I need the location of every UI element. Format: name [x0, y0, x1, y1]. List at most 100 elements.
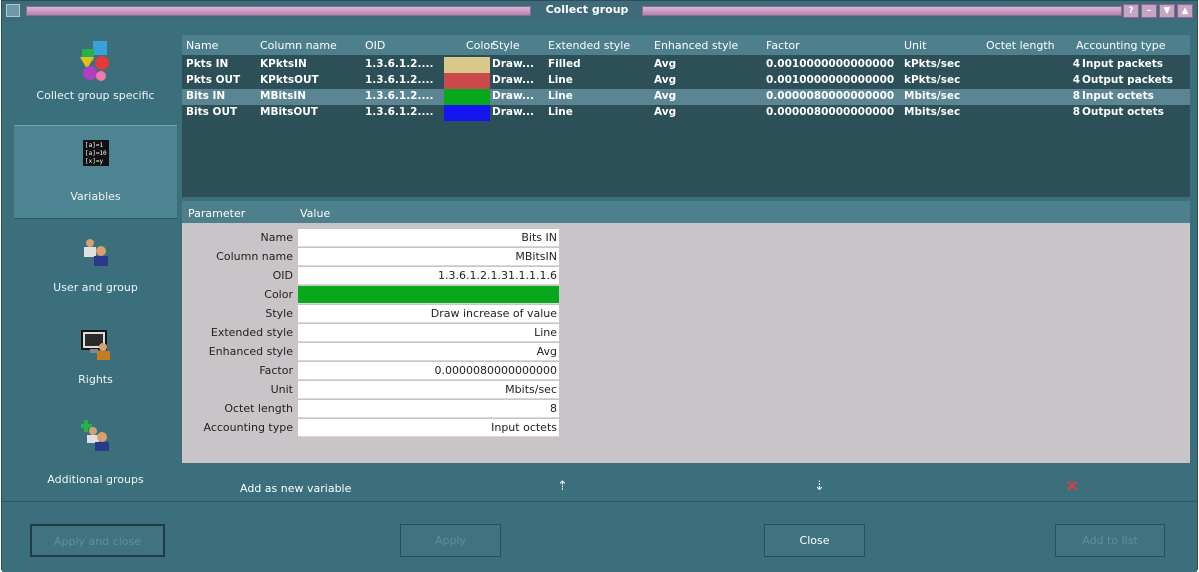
parameter-value-field[interactable]: Input octets — [298, 419, 559, 437]
add-user-icon — [80, 420, 109, 451]
parameter-value-field[interactable]: Bits IN — [298, 229, 559, 247]
close-button[interactable]: Close — [764, 524, 865, 557]
delete-icon[interactable]: ✕ — [1065, 477, 1079, 497]
sidebar-item-user-and-group[interactable]: User and group — [14, 231, 177, 317]
column-header-oid[interactable]: OID — [365, 39, 385, 52]
table-cell-name: Pkts OUT — [186, 74, 241, 86]
parameter-value-field[interactable]: Line — [298, 324, 559, 342]
parameter-label: OID — [184, 267, 296, 285]
minimize-icon[interactable]: – — [1141, 4, 1157, 18]
parameter-label: Enhanced style — [184, 343, 296, 361]
table-cell-factor: 0.0010000000000000 — [766, 74, 895, 86]
table-cell-acct: Output packets — [1082, 74, 1174, 86]
parameter-label: Unit — [184, 381, 296, 399]
table-cell-factor: 0.0010000000000000 — [766, 58, 895, 70]
table-cell-unit: kPkts/sec — [904, 74, 961, 86]
table-row[interactable]: Pkts OUT KPktsOUT 1.3.6.1.2.... Draw... Line… — [182, 73, 1190, 89]
apply-button[interactable]: Apply — [400, 524, 501, 557]
parameter-row: OID 1.3.6.1.2.1.31.1.1.1.6 — [184, 267, 560, 285]
variables-table[interactable]: Name Column name OID Color Style Extende… — [182, 35, 1190, 197]
add-as-new-variable-label[interactable]: Add as new variable — [240, 482, 351, 495]
window-menu-button[interactable] — [6, 4, 20, 17]
table-header: Name Column name OID Color Style Extende… — [182, 35, 1190, 55]
title-bar[interactable]: Collect group ? – ▼ ▲ — [2, 1, 1197, 21]
parameter-label: Color — [184, 286, 296, 304]
column-header-name[interactable]: Name — [186, 39, 218, 52]
parameter-panel: Parameter Value Name Bits IN Column name MB… — [182, 201, 1190, 463]
parameter-header: Parameter Value — [182, 201, 1190, 223]
maximize-icon[interactable]: ▲ — [1177, 4, 1193, 18]
table-cell-column: MBitsOUT — [260, 106, 318, 118]
parameter-label: Extended style — [184, 324, 296, 342]
parameter-value-field[interactable]: Mbits/sec — [298, 381, 559, 399]
table-cell-octet: 8 — [1072, 106, 1080, 118]
title-bar-decoration — [26, 6, 531, 16]
parameter-value-field[interactable]: 8 — [298, 400, 559, 418]
table-cell-acct: Input packets — [1082, 58, 1163, 70]
move-down-icon[interactable]: ⇣ — [814, 479, 825, 494]
table-cell-factor: 0.0000080000000000 — [766, 106, 895, 118]
sidebar-item-variables[interactable]: [a]=1 [a]=10 [x]=y Variables — [14, 125, 177, 219]
column-header-style[interactable]: Style — [492, 39, 520, 52]
table-cell-style: Draw... — [492, 74, 534, 86]
sidebar-item-collect-group-specific[interactable]: Collect group specific — [14, 39, 177, 129]
column-header-accounting-type[interactable]: Accounting type — [1076, 39, 1166, 52]
column-header-unit[interactable]: Unit — [904, 39, 926, 52]
help-icon[interactable]: ? — [1123, 4, 1139, 18]
parameter-row: Factor 0.0000080000000000 — [184, 362, 560, 380]
parameter-value-field[interactable]: 1.3.6.1.2.1.31.1.1.1.6 — [298, 267, 559, 285]
table-cell-ext: Line — [548, 106, 573, 118]
column-header-octet-length[interactable]: Octet length — [986, 39, 1055, 52]
move-up-icon[interactable]: ⇡ — [557, 479, 568, 494]
sidebar-item-rights[interactable]: Rights — [14, 323, 177, 409]
parameter-value-field[interactable]: Draw increase of value — [298, 305, 559, 323]
sidebar-item-label: User and group — [53, 281, 138, 294]
table-cell-style: Draw... — [492, 58, 534, 70]
color-swatch — [444, 89, 490, 105]
parameter-label: Octet length — [184, 400, 296, 418]
column-header-value: Value — [300, 207, 331, 220]
table-cell-octet: 8 — [1072, 90, 1080, 102]
table-cell-enh: Avg — [654, 74, 677, 86]
column-header-column-name[interactable]: Column name — [260, 39, 337, 52]
table-cell-ext: Filled — [548, 58, 581, 70]
parameter-value-field[interactable]: MBitsIN — [298, 248, 559, 266]
table-cell-octet: 4 — [1072, 58, 1080, 70]
column-header-extended-style[interactable]: Extended style — [548, 39, 630, 52]
table-cell-column: KPktsIN — [260, 58, 307, 70]
color-swatch — [444, 57, 490, 73]
parameter-row: Style Draw increase of value — [184, 305, 560, 323]
parameter-value-field[interactable]: 0.0000080000000000 — [298, 362, 559, 380]
column-header-enhanced-style[interactable]: Enhanced style — [654, 39, 762, 52]
parameter-value-field[interactable]: Avg — [298, 343, 559, 361]
table-cell-acct: Output octets — [1082, 106, 1164, 118]
table-cell-oid: 1.3.6.1.2.... — [365, 106, 434, 118]
column-header-factor[interactable]: Factor — [766, 39, 800, 52]
column-header-parameter: Parameter — [188, 207, 246, 220]
parameter-label: Column name — [184, 248, 296, 266]
table-row[interactable]: Bits IN MBitsIN 1.3.6.1.2.... Draw... Line Av… — [182, 89, 1190, 105]
apply-and-close-button[interactable]: Apply and close — [30, 524, 165, 557]
table-cell-style: Draw... — [492, 90, 534, 102]
column-header-color[interactable]: Color — [466, 39, 495, 52]
svg-text:[x]=y: [x]=y — [85, 158, 103, 165]
add-to-list-button[interactable]: Add to list — [1055, 524, 1165, 557]
parameter-label: Accounting type — [184, 419, 296, 437]
table-cell-factor: 0.0000080000000000 — [766, 90, 895, 102]
table-cell-octet: 4 — [1072, 74, 1080, 86]
table-cell-name: Bits IN — [186, 90, 226, 102]
button-bar — [2, 501, 1197, 572]
sidebar-item-additional-groups[interactable]: Additional groups — [14, 419, 177, 497]
shade-down-icon[interactable]: ▼ — [1159, 4, 1175, 18]
parameter-row: Color — [184, 286, 560, 304]
table-cell-enh: Avg — [654, 90, 677, 102]
table-row[interactable]: Pkts IN KPktsIN 1.3.6.1.2.... Draw... Filled… — [182, 57, 1190, 73]
collect-group-window: Collect group ? – ▼ ▲ Collect group spec… — [1, 0, 1198, 572]
parameter-value-field[interactable] — [298, 286, 559, 304]
parameter-row: Unit Mbits/sec — [184, 381, 560, 399]
table-row[interactable]: Bits OUT MBitsOUT 1.3.6.1.2.... Draw... Line… — [182, 105, 1190, 121]
table-cell-oid: 1.3.6.1.2.... — [365, 58, 434, 70]
table-cell-name: Bits OUT — [186, 106, 238, 118]
table-cell-name: Pkts IN — [186, 58, 229, 70]
table-cell-unit: Mbits/sec — [904, 106, 961, 118]
